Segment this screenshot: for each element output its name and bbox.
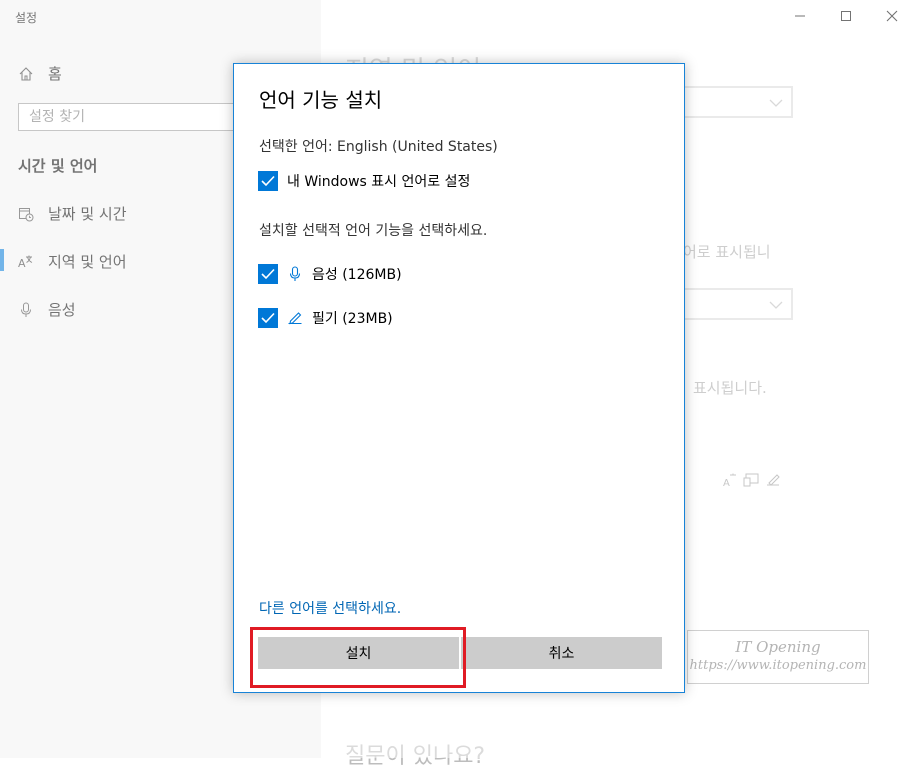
- checkmark-icon[interactable]: [258, 264, 278, 284]
- dialog-title: 언어 기능 설치: [259, 88, 383, 112]
- highlight-box: [250, 627, 466, 688]
- choose-another-language-link[interactable]: 다른 언어를 선택하세요.: [259, 598, 401, 618]
- checkmark-icon[interactable]: [258, 171, 278, 191]
- checkbox-label: 내 Windows 표시 언어로 설정: [287, 174, 471, 190]
- display-language-checkbox[interactable]: 내 Windows 표시 언어로 설정: [258, 171, 470, 191]
- feature-label: 음성 (126MB): [312, 267, 402, 283]
- microphone-icon: [287, 266, 303, 282]
- feature-speech-checkbox[interactable]: 음성 (126MB): [258, 264, 402, 284]
- cancel-button[interactable]: 취소: [461, 637, 662, 669]
- feature-label: 필기 (23MB): [312, 311, 393, 327]
- pen-icon: [287, 310, 303, 326]
- selected-language-label: 선택한 언어: English (United States): [259, 139, 498, 155]
- checkmark-icon[interactable]: [258, 308, 278, 328]
- install-language-features-dialog: 언어 기능 설치 선택한 언어: English (United States)…: [233, 63, 685, 693]
- instructions-text: 설치할 선택적 언어 기능을 선택하세요.: [259, 223, 488, 239]
- feature-handwriting-checkbox[interactable]: 필기 (23MB): [258, 308, 393, 328]
